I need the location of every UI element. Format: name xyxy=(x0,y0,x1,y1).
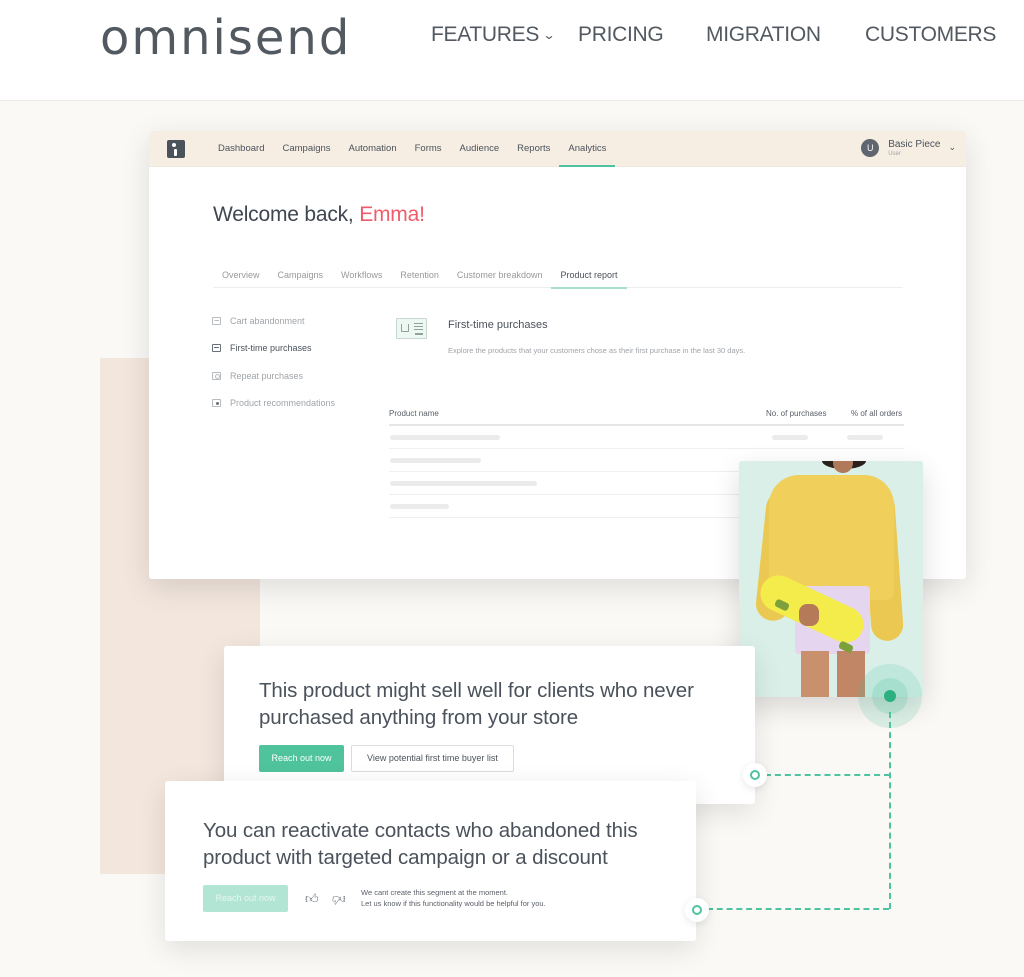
star-icon xyxy=(212,399,221,408)
insight-card-reactivate: You can reactivate contacts who abandone… xyxy=(165,781,696,941)
product-list-illustration-icon xyxy=(396,318,427,339)
col-purchases[interactable]: No. of purchases xyxy=(766,409,851,424)
side-item-label: Repeat purchases xyxy=(230,370,304,381)
reach-out-button-disabled[interactable]: Reach out now xyxy=(203,885,288,912)
side-item-cart-abandonment[interactable]: Cart abandonment xyxy=(212,307,335,335)
chevron-down-icon: ⌄ xyxy=(948,141,956,152)
nav-features[interactable]: FEATURES ⌄ xyxy=(431,23,556,47)
envelope-icon xyxy=(212,316,221,325)
connector-node xyxy=(685,898,709,922)
skeleton-placeholder xyxy=(390,435,500,440)
app-nav-analytics[interactable]: Analytics xyxy=(559,131,616,167)
user-name: Basic Piece xyxy=(888,138,941,150)
tab-overview[interactable]: Overview xyxy=(213,263,269,288)
tab-campaigns[interactable]: Campaigns xyxy=(269,263,333,288)
skeleton-placeholder xyxy=(390,504,449,509)
bar-icon xyxy=(415,333,423,335)
lines-icon xyxy=(414,323,423,324)
skeleton-placeholder xyxy=(772,435,808,440)
col-percent-orders[interactable]: % of all orders xyxy=(851,409,904,424)
report-tabs: Overview Campaigns Workflows Retention C… xyxy=(213,263,903,289)
connector-line xyxy=(889,712,891,909)
thumbs-up-icon[interactable]: 👍︎ xyxy=(305,891,319,907)
side-item-label: Cart abandonment xyxy=(230,315,305,326)
side-item-first-time-purchases[interactable]: First-time purchases xyxy=(212,335,335,363)
insight-text: You can reactivate contacts who abandone… xyxy=(203,819,638,869)
welcome-name: Emma! xyxy=(359,203,425,226)
feedback-line: We cant create this segment at the momen… xyxy=(361,888,509,897)
tab-workflows[interactable]: Workflows xyxy=(332,263,391,288)
skeleton-placeholder xyxy=(847,435,883,440)
tab-product-report[interactable]: Product report xyxy=(551,263,627,289)
skeleton-placeholder xyxy=(390,481,537,486)
nav-customers[interactable]: CUSTOMERS xyxy=(865,23,996,47)
user-info: Basic Piece User xyxy=(888,138,941,157)
photo-leg xyxy=(801,651,829,697)
app-nav-campaigns[interactable]: Campaigns xyxy=(273,131,339,167)
app-logo-icon[interactable] xyxy=(167,140,185,158)
side-item-product-recommendations[interactable]: Product recommendations xyxy=(212,390,335,418)
insight-text: This product might sell well for clients… xyxy=(259,679,694,729)
hotspot-dot[interactable] xyxy=(884,690,896,702)
nav-migration[interactable]: MIGRATION xyxy=(706,23,821,47)
app-nav-dashboard[interactable]: Dashboard xyxy=(209,131,273,167)
app-nav-forms[interactable]: Forms xyxy=(406,131,451,167)
view-buyer-list-button[interactable]: View potential first time buyer list xyxy=(351,745,514,772)
nav-features-label: FEATURES xyxy=(431,23,540,46)
report-side-menu: Cart abandonment First-time purchases Re… xyxy=(212,307,335,417)
connector-node xyxy=(743,763,767,787)
app-nav-reports[interactable]: Reports xyxy=(508,131,559,167)
tab-retention[interactable]: Retention xyxy=(391,263,448,288)
app-topbar: Dashboard Campaigns Automation Forms Aud… xyxy=(149,131,966,167)
tab-customer-breakdown[interactable]: Customer breakdown xyxy=(448,263,552,288)
side-item-label: First-time purchases xyxy=(230,343,312,354)
col-product-name[interactable]: Product name xyxy=(389,409,766,424)
side-item-repeat-purchases[interactable]: Repeat purchases xyxy=(212,362,335,390)
skeleton-placeholder xyxy=(390,458,481,463)
app-nav: Dashboard Campaigns Automation Forms Aud… xyxy=(209,131,616,167)
feedback-line: Let us know if this functionality would … xyxy=(361,899,546,908)
app-nav-audience[interactable]: Audience xyxy=(451,131,509,167)
thumbs-down-icon[interactable]: 👍︎ xyxy=(332,891,346,907)
connector-line xyxy=(707,908,889,910)
side-item-label: Product recommendations xyxy=(230,398,336,409)
site-header: omnisend FEATURES ⌄ PRICING MIGRATION CU… xyxy=(0,0,1024,101)
nav-pricing[interactable]: PRICING xyxy=(578,23,664,47)
product-photo xyxy=(739,461,923,697)
omnisend-logo[interactable]: omnisend xyxy=(100,10,351,66)
app-nav-automation[interactable]: Automation xyxy=(340,131,406,167)
avatar: U xyxy=(861,139,880,157)
section-description: Explore the products that your customers… xyxy=(448,346,746,355)
shirt-icon xyxy=(401,324,409,332)
welcome-prefix: Welcome back, xyxy=(213,203,360,226)
user-menu[interactable]: U Basic Piece User ⌄ xyxy=(861,139,956,157)
table-header: Product name No. of purchases % of all o… xyxy=(389,409,904,426)
reach-out-button[interactable]: Reach out now xyxy=(259,745,344,772)
list-icon xyxy=(212,344,221,353)
feedback-message: We cant create this segment at the momen… xyxy=(361,887,546,909)
welcome-heading: Welcome back, Emma! xyxy=(213,203,425,227)
section-title: First-time purchases xyxy=(448,319,548,331)
user-role: User xyxy=(888,150,901,157)
photo-hand xyxy=(799,604,819,626)
table-row xyxy=(389,426,904,449)
connector-line xyxy=(765,774,890,776)
chevron-down-icon: ⌄ xyxy=(542,28,556,42)
repeat-icon xyxy=(212,371,221,380)
photo-face xyxy=(833,461,853,473)
